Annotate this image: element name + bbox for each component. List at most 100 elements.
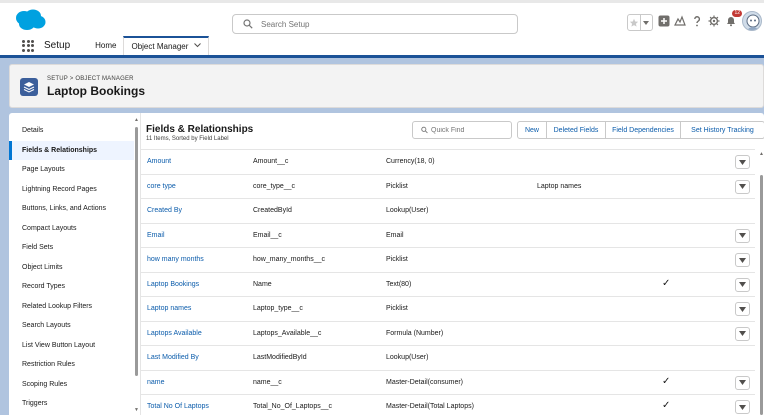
row-actions-dropdown-button[interactable]	[735, 179, 750, 194]
sidebar-item[interactable]: Object Limits	[9, 258, 134, 278]
notifications-bell-icon[interactable]: 12	[724, 10, 742, 28]
global-search[interactable]	[232, 14, 518, 34]
field-dependencies-button[interactable]: Field Dependencies	[606, 121, 681, 139]
chevron-down-icon[interactable]	[194, 43, 202, 50]
field-data-type: Currency(18, 0)	[386, 158, 435, 165]
quick-find-input[interactable]	[431, 126, 511, 134]
table-row: Amount Amount__c Currency(18, 0)	[141, 149, 755, 174]
row-actions-dropdown-button[interactable]	[735, 400, 750, 414]
field-data-type: Text(80)	[386, 280, 412, 288]
sidebar-item[interactable]: Buttons, Links, and Actions	[9, 199, 134, 219]
row-actions-dropdown-button[interactable]	[735, 155, 750, 169]
main-container: Details Fields & Relationships Page Layout…	[9, 113, 764, 415]
field-data-type: Lookup(User)	[386, 354, 429, 361]
setup-gear-icon[interactable]	[707, 14, 721, 28]
field-label-link[interactable]: Total No Of Laptops	[147, 403, 209, 410]
table-row: Last Modified By LastModifiedById Lookup(U…	[141, 345, 755, 370]
search-input[interactable]	[261, 19, 501, 29]
chevron-down-icon	[739, 282, 746, 287]
field-label-link[interactable]: Laptop names	[147, 305, 191, 312]
row-actions-dropdown-button[interactable]	[735, 326, 750, 341]
field-label-link[interactable]: core type	[147, 183, 176, 190]
field-api-name: Amount__c	[253, 158, 289, 165]
chevron-down-icon	[739, 331, 746, 336]
row-actions-dropdown-button[interactable]	[735, 375, 750, 390]
sidebar-item[interactable]: Search Layouts	[9, 316, 134, 336]
chevron-down-icon	[739, 306, 746, 312]
sidebar-item[interactable]: Compact Layouts	[9, 219, 134, 239]
search-icon	[421, 126, 428, 134]
page-title: Laptop Bookings	[47, 84, 145, 98]
fields-scroll-thumb[interactable]	[760, 175, 763, 415]
scroll-up-arrow-icon[interactable]: ▲	[759, 151, 764, 157]
salesforce-logo[interactable]	[14, 9, 46, 31]
field-label-link[interactable]: Laptop Bookings	[147, 281, 199, 288]
sidebar-item[interactable]: Fields & Relationships	[9, 140, 134, 160]
tab-home-label: Home	[95, 41, 117, 50]
field-label-link[interactable]: name	[147, 379, 165, 386]
field-data-type: Formula (Number)	[386, 329, 444, 337]
table-row: Email Email__c Email	[141, 222, 755, 248]
row-actions-dropdown-button[interactable]	[735, 228, 750, 243]
scroll-up-arrow-icon[interactable]: ▲	[134, 117, 139, 123]
sidebar-item[interactable]: Scoping Rules	[9, 375, 134, 395]
app-navigation-bar: Setup Home Object Manager	[0, 36, 764, 58]
field-actions-button-group: New Deleted Fields Field Dependencies Se…	[517, 121, 764, 139]
field-data-type: Lookup(User)	[386, 207, 429, 214]
field-label-link[interactable]: Laptops Available	[147, 330, 202, 337]
breadcrumb[interactable]: SETUP > OBJECT MANAGER	[47, 76, 134, 82]
set-history-tracking-button[interactable]: Set History Tracking	[681, 121, 764, 139]
field-label-link[interactable]: Last Modified By	[147, 354, 199, 361]
favorite-star-icon[interactable]	[628, 15, 640, 30]
table-row: Created By CreatedById Lookup(User)	[141, 198, 755, 223]
sidebar-item[interactable]: Related Lookup Filters	[9, 297, 134, 317]
field-label-link[interactable]: Amount	[147, 158, 171, 165]
object-sidebar: Details Fields & Relationships Page Layout…	[9, 113, 140, 415]
field-data-type: Master-Detail(Total Laptops)	[386, 403, 474, 410]
new-field-button[interactable]: New	[517, 121, 547, 139]
row-actions-dropdown-button[interactable]	[735, 253, 750, 267]
sidebar-item[interactable]: Lightning Record Pages	[9, 180, 134, 200]
tab-object-manager[interactable]: Object Manager	[123, 36, 210, 55]
favorites-dropdown-icon[interactable]	[639, 15, 652, 30]
field-indexed-check: ✓	[662, 375, 671, 387]
global-actions-icon[interactable]	[657, 14, 671, 28]
deleted-fields-button[interactable]: Deleted Fields	[547, 121, 606, 139]
user-avatar[interactable]	[742, 11, 762, 31]
help-icon[interactable]	[690, 14, 704, 28]
section-subtitle: 11 Items, Sorted by Field Label	[146, 136, 229, 142]
search-icon	[243, 19, 253, 29]
sidebar-scrollbar[interactable]: ▲ ▼	[133, 117, 140, 413]
tab-home[interactable]: Home	[88, 36, 123, 55]
field-indexed-check: ✓	[662, 400, 671, 411]
sidebar-item[interactable]: List View Button Layout	[9, 336, 134, 356]
sidebar-item[interactable]: Details	[9, 121, 134, 141]
chevron-down-icon	[739, 184, 746, 189]
sidebar-item[interactable]: Page Layouts	[9, 160, 134, 180]
sidebar-item[interactable]: Record Types	[9, 277, 134, 297]
object-header: SETUP > OBJECT MANAGER Laptop Bookings	[9, 64, 764, 108]
row-actions-dropdown-button[interactable]	[735, 302, 750, 316]
app-launcher-icon[interactable]	[22, 39, 34, 52]
sidebar-scroll-thumb[interactable]	[135, 127, 138, 376]
field-label-link[interactable]: Created By	[147, 207, 182, 214]
field-label-link[interactable]: how many months	[147, 256, 204, 263]
field-label-link[interactable]: Email	[147, 232, 165, 239]
table-row: core type core_type__c Picklist Laptop name…	[141, 173, 755, 199]
sidebar-item[interactable]: Restriction Rules	[9, 355, 134, 375]
trailhead-guidance-icon[interactable]	[673, 14, 687, 28]
quick-find-box[interactable]	[412, 121, 512, 139]
field-data-type: Picklist	[386, 305, 408, 312]
fields-scrollbar[interactable]: ▲	[758, 151, 764, 415]
sidebar-item[interactable]: Field Sets	[9, 238, 134, 258]
field-controlling-field: Laptop names	[537, 182, 582, 190]
scroll-down-arrow-icon[interactable]: ▼	[134, 407, 139, 413]
table-row: Laptops Available Laptops_Available__c For…	[141, 320, 755, 346]
field-api-name: LastModifiedById	[253, 354, 307, 361]
sidebar-item[interactable]: Triggers	[9, 394, 134, 414]
field-api-name: Total_No_Of_Laptops__c	[253, 403, 332, 410]
field-api-name: name__c	[253, 378, 282, 386]
table-row: how many months how_many_months__c Picklis…	[141, 247, 755, 272]
row-actions-dropdown-button[interactable]	[735, 277, 750, 292]
field-data-type: Master-Detail(consumer)	[386, 378, 464, 386]
